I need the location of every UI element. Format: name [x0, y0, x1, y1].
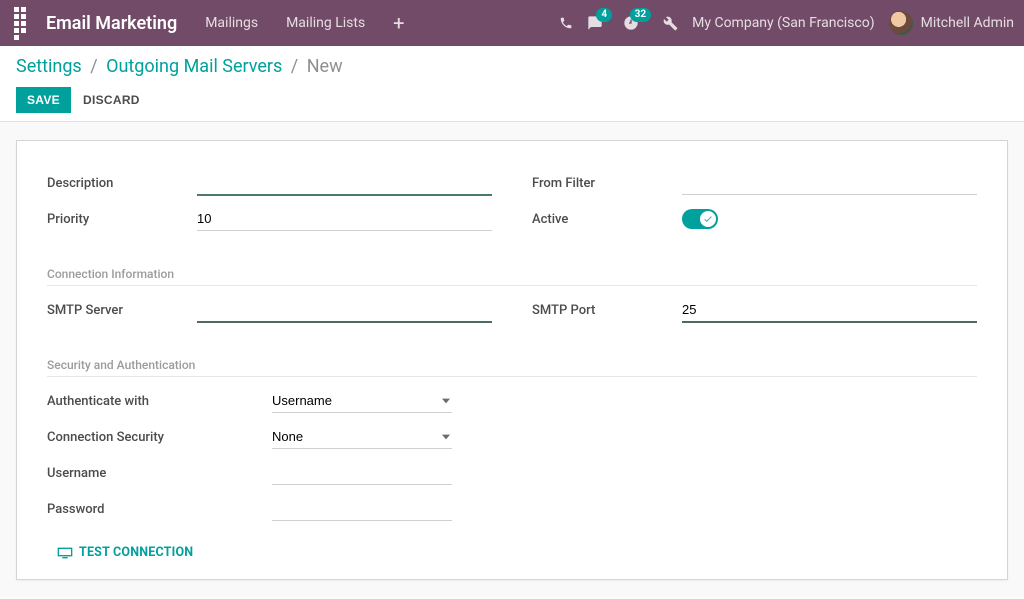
- label-from-filter: From Filter: [532, 176, 682, 191]
- label-username: Username: [47, 466, 272, 481]
- activities-badge: 32: [630, 8, 651, 22]
- messages-badge: 4: [596, 8, 612, 22]
- discard-button[interactable]: DISCARD: [83, 93, 140, 107]
- breadcrumb-parent[interactable]: Outgoing Mail Servers: [106, 56, 282, 77]
- nav-right: 4 32 My Company (San Francisco) Mitchell…: [559, 11, 1014, 35]
- breadcrumb-sep: /: [90, 56, 97, 77]
- phone-icon[interactable]: [559, 16, 573, 30]
- apps-icon[interactable]: [10, 3, 36, 44]
- company-switcher[interactable]: My Company (San Francisco): [692, 15, 874, 31]
- nav-mailings[interactable]: Mailings: [191, 0, 272, 46]
- section-security: Security and Authentication: [47, 358, 977, 377]
- smtp-port-input[interactable]: [682, 298, 977, 323]
- label-active: Active: [532, 212, 682, 227]
- username-input[interactable]: [272, 461, 452, 485]
- messages-icon[interactable]: 4: [587, 15, 603, 31]
- save-button[interactable]: SAVE: [16, 87, 71, 113]
- section-connection: Connection Information: [47, 267, 977, 286]
- navbar: Email Marketing Mailings Mailing Lists +…: [0, 0, 1024, 46]
- label-conn-security: Connection Security: [47, 430, 272, 445]
- nav-mailing-lists[interactable]: Mailing Lists: [272, 0, 379, 46]
- label-priority: Priority: [47, 212, 197, 227]
- label-password: Password: [47, 502, 272, 517]
- test-connection-label: TEST CONNECTION: [79, 545, 193, 560]
- label-description: Description: [47, 176, 197, 191]
- app-title[interactable]: Email Marketing: [46, 13, 177, 34]
- label-auth-with: Authenticate with: [47, 394, 272, 409]
- sheet-wrap: Description Priority From Filter Active: [0, 122, 1024, 598]
- check-icon: [700, 211, 716, 227]
- from-filter-input[interactable]: [682, 171, 977, 195]
- user-menu[interactable]: Mitchell Admin: [889, 11, 1014, 35]
- breadcrumb-current: New: [307, 56, 343, 77]
- description-input[interactable]: [197, 171, 492, 196]
- breadcrumb-sep: /: [291, 56, 298, 77]
- breadcrumb: Settings / Outgoing Mail Servers / New: [16, 56, 1008, 77]
- priority-input[interactable]: [197, 207, 492, 231]
- test-connection-button[interactable]: TEST CONNECTION: [57, 545, 193, 560]
- nav-left: Email Marketing Mailings Mailing Lists +: [10, 0, 419, 46]
- form-sheet: Description Priority From Filter Active: [16, 140, 1008, 580]
- auth-with-select[interactable]: [272, 389, 452, 413]
- control-bar: Settings / Outgoing Mail Servers / New S…: [0, 46, 1024, 122]
- conn-security-select[interactable]: [272, 425, 452, 449]
- user-name: Mitchell Admin: [921, 15, 1014, 31]
- label-smtp-server: SMTP Server: [47, 303, 197, 318]
- nav-new-icon[interactable]: +: [379, 0, 418, 46]
- debug-icon[interactable]: [663, 16, 678, 31]
- label-smtp-port: SMTP Port: [532, 303, 682, 318]
- actions: SAVE DISCARD: [16, 87, 1008, 113]
- smtp-server-input[interactable]: [197, 298, 492, 323]
- activities-icon[interactable]: 32: [623, 15, 639, 31]
- avatar: [889, 11, 913, 35]
- monitor-icon: [57, 547, 73, 559]
- breadcrumb-root[interactable]: Settings: [16, 56, 82, 77]
- active-toggle[interactable]: [682, 209, 718, 229]
- password-input[interactable]: [272, 497, 452, 521]
